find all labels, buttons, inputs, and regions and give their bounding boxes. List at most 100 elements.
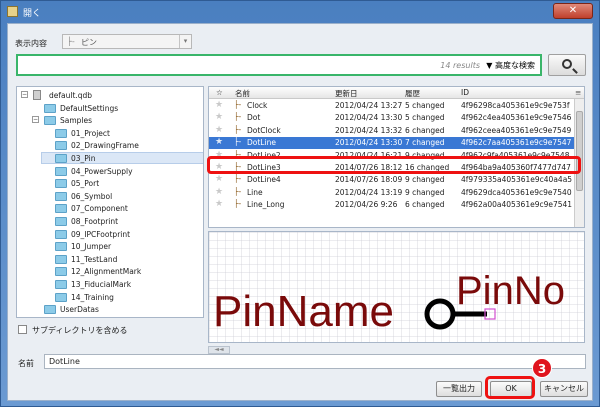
table-row[interactable]: ★ ├- Clock 2012/04/24 13:27 5 changed 4f96298… — [209, 100, 576, 112]
step-badge: 3 — [532, 358, 552, 378]
cell-updated: 2012/04/24 13:30 — [335, 138, 403, 148]
folder-icon — [55, 128, 67, 138]
dialog-body: 表示内容 ├- ピン ▾ 14 results ▼ 高度な検索 − default… — [7, 23, 593, 401]
cell-name: DotLine4 — [247, 175, 281, 185]
cell-id: 4f962c4ea405361e9c9e7546 — [461, 113, 572, 123]
table-row[interactable]: ★ ├- DotLine4 2014/07/26 18:09 9 changed 4f97… — [209, 174, 576, 186]
view-value: ピン — [81, 38, 97, 47]
star-icon[interactable]: ★ — [215, 100, 223, 110]
symbol-preview: PinName PinNo — [208, 231, 585, 343]
close-button[interactable]: ✕ — [553, 3, 593, 19]
header-name[interactable]: 名前 — [235, 88, 250, 99]
subdirectory-checkbox[interactable] — [18, 325, 27, 334]
folder-icon — [55, 141, 67, 151]
tree-item[interactable]: 14_Training — [21, 292, 201, 304]
pin-dot-symbol — [424, 298, 456, 330]
folder-icon — [44, 305, 56, 315]
tree-item[interactable]: 03_Pin — [21, 153, 201, 165]
star-icon[interactable]: ★ — [215, 125, 223, 135]
view-select[interactable]: ├- ピン ▾ — [62, 34, 192, 49]
app-icon — [7, 6, 18, 17]
tree-item[interactable]: − Samples — [21, 115, 201, 127]
expand-toggle-icon[interactable]: − — [32, 116, 39, 124]
tree-item[interactable]: 12_AlignmentMark — [21, 266, 201, 278]
star-icon[interactable]: ★ — [215, 137, 223, 147]
tree-item[interactable]: − default.qdb — [21, 90, 201, 102]
tree-item-label: 13_FiducialMark — [71, 280, 132, 289]
tree-item[interactable]: 02_DrawingFrame — [21, 140, 201, 152]
tree-item[interactable]: 06_Symbol — [21, 191, 201, 203]
scrollbar-thumb[interactable] — [576, 111, 583, 191]
chevron-down-icon[interactable]: ▾ — [179, 35, 191, 48]
tree-item-label: 03_Pin — [71, 154, 96, 163]
tree-item[interactable]: 05_Port — [21, 178, 201, 190]
ok-button-highlight — [485, 376, 535, 399]
folder-icon — [55, 217, 67, 226]
list-header: ☆ 名前 更新日 履歴 ID ≡ — [209, 87, 584, 99]
tree-item[interactable]: 01_Project — [21, 128, 201, 140]
folder-icon — [55, 166, 67, 176]
folder-tree: − default.qdb DefaultSettings − Samples 01_Pr… — [16, 86, 204, 318]
star-icon[interactable]: ★ — [215, 187, 223, 197]
table-row[interactable]: ★ ├- DotClock 2012/04/24 13:32 6 changed 4f96… — [209, 125, 576, 137]
table-row[interactable]: ★ ├- Dot 2012/04/24 13:30 5 changed 4f962c4ea… — [209, 112, 576, 124]
cell-id: 4f9629dca405361e9c9e7540 — [461, 187, 572, 197]
tree-item[interactable]: 10_Jumper — [21, 241, 201, 253]
name-input[interactable]: DotLine — [44, 354, 586, 369]
folder-icon — [55, 191, 67, 201]
pin-icon: ├- — [234, 174, 242, 184]
tree-item-label: 12_AlignmentMark — [71, 267, 142, 277]
folder-icon — [55, 280, 67, 289]
star-icon[interactable]: ★ — [215, 174, 223, 184]
subdirectory-label: サブディレクトリを含める — [32, 326, 128, 335]
table-row[interactable]: ★ ├- DotLine 2012/04/24 13:30 7 changed 4f962… — [209, 137, 576, 150]
tree-item[interactable]: 13_FiducialMark — [21, 279, 201, 291]
pin-icon: ├- — [234, 186, 242, 196]
header-history[interactable]: 履歴 — [405, 88, 420, 99]
header-star[interactable]: ☆ — [216, 88, 223, 97]
cell-name: Clock — [247, 101, 268, 110]
database-icon — [33, 90, 41, 100]
preview-zoom-control[interactable]: ◄◄ — [208, 346, 230, 354]
header-updated[interactable]: 更新日 — [335, 88, 358, 99]
table-row[interactable]: ★ ├- Line 2012/04/24 13:19 9 changed 4f9629dc… — [209, 187, 576, 199]
cell-id: 4f962a00a405361e9c9e7541 — [461, 200, 573, 210]
tree-item[interactable]: 04_PowerSupply — [21, 166, 201, 178]
advanced-search-link[interactable]: ▼ 高度な検索 — [486, 60, 535, 71]
pin-icon: ├- — [234, 199, 242, 209]
expand-toggle-icon[interactable]: − — [21, 91, 28, 98]
tree-item-label: 11_TestLand — [71, 254, 118, 264]
window-title: 開く — [23, 9, 42, 19]
cell-name: DotLine — [247, 138, 276, 148]
list-output-button[interactable]: 一覧出力 — [436, 381, 482, 397]
folder-icon — [55, 179, 67, 189]
tree-item-label: 10_Jumper — [71, 242, 112, 252]
table-row[interactable]: ★ ├- Line_Long 2012/04/26 9:26 6 changed 4f96… — [209, 199, 576, 211]
folder-icon — [55, 242, 67, 252]
folder-icon — [55, 229, 67, 239]
pin-icon: ├- — [234, 137, 242, 147]
folder-icon — [44, 103, 56, 113]
star-icon[interactable]: ★ — [215, 112, 223, 122]
tree-item-label: 01_Project — [71, 128, 110, 138]
tree-item-label: 07_Component — [71, 204, 128, 214]
cancel-button[interactable]: キャンセル — [540, 381, 588, 397]
tree-item-label: 02_DrawingFrame — [71, 141, 139, 151]
open-dialog: 開く ✕ 表示内容 ├- ピン ▾ 14 results ▼ 高度な検索 − de… — [0, 0, 600, 407]
tree-item[interactable]: DefaultSettings — [21, 103, 201, 115]
tree-item[interactable]: 07_Component — [21, 203, 201, 215]
tree-item[interactable]: 08_Footprint — [21, 216, 201, 228]
tree-item-label: 08_Footprint — [71, 217, 119, 226]
columns-icon[interactable]: ≡ — [575, 88, 581, 97]
cell-updated: 2012/04/24 13:27 — [335, 101, 403, 110]
search-button[interactable] — [548, 54, 586, 76]
cell-updated: 2012/04/24 13:32 — [335, 125, 403, 135]
folder-icon — [44, 116, 56, 126]
search-input[interactable]: 14 results ▼ 高度な検索 — [16, 54, 542, 76]
tree-item[interactable]: UserDatas — [21, 304, 201, 316]
tree-item[interactable]: 09_IPCFootprint — [21, 229, 201, 241]
star-icon[interactable]: ★ — [215, 199, 223, 209]
header-id[interactable]: ID — [461, 88, 469, 97]
tree-item[interactable]: 11_TestLand — [21, 254, 201, 266]
cell-history: 6 changed — [405, 125, 445, 135]
